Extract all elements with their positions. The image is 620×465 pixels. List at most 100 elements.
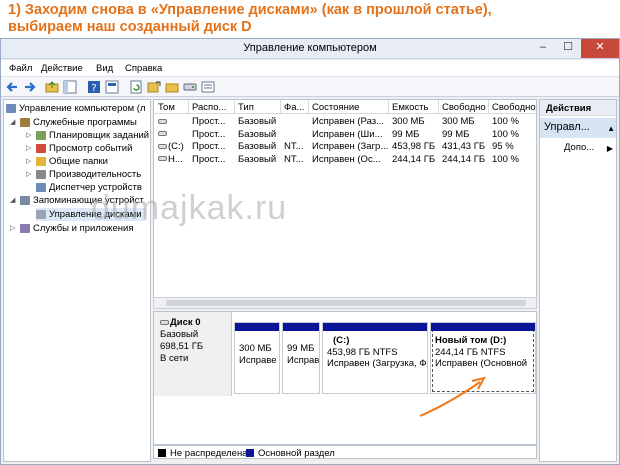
tree-utilities[interactable]: Служебные программы — [20, 116, 137, 129]
expand-arrow-icon[interactable]: ▷ — [26, 170, 31, 178]
volume-cell-text: Прост... — [192, 128, 226, 140]
expand-arrow-icon[interactable]: ▷ — [10, 224, 15, 232]
col-layout[interactable]: Распо... — [192, 102, 232, 113]
maximize-button[interactable]: ☐ — [556, 39, 580, 58]
export-list-icon[interactable] — [147, 80, 161, 94]
disk-icon[interactable] — [183, 80, 197, 94]
back-arrow-icon[interactable] — [5, 80, 19, 94]
col-type[interactable]: Тип — [238, 102, 278, 113]
up-folder-icon[interactable] — [45, 80, 59, 94]
computer-icon — [6, 103, 16, 113]
volume-cell-text: 453,98 ГБ — [392, 141, 436, 152]
close-button[interactable]: ✕ — [581, 39, 619, 58]
submenu-arrow-icon[interactable]: ▶ — [607, 144, 613, 153]
volume-cell[interactable]: Прост... — [192, 129, 234, 140]
col-volume[interactable]: Том — [158, 102, 188, 113]
menu-action[interactable]: Действие — [41, 63, 83, 74]
open-folder-icon[interactable] — [165, 80, 179, 94]
collapse-arrow-icon[interactable]: ◢ — [10, 196, 15, 204]
volume-cell[interactable]: 100 % — [492, 116, 536, 127]
volume-cell[interactable]: Базовый — [238, 141, 280, 152]
tree-events[interactable]: Просмотр событий — [36, 142, 132, 155]
primary-swatch — [246, 449, 254, 458]
refresh-icon[interactable] — [129, 80, 143, 94]
volume-cell-text: NT... — [284, 141, 304, 152]
volume-cell[interactable]: Исправен (Загр... — [312, 141, 388, 152]
volume-cell[interactable]: 244,14 ГБ — [392, 154, 438, 165]
volume-cell[interactable]: Базовый — [238, 129, 280, 140]
show-tree-icon[interactable] — [63, 80, 77, 94]
volume-cell[interactable]: NT... — [284, 141, 308, 152]
expand-arrow-icon[interactable]: ▷ — [26, 144, 31, 152]
volume-cell[interactable]: Н... — [158, 154, 188, 165]
col-free-space[interactable]: Свободно — [442, 102, 488, 113]
tools-icon — [20, 117, 30, 127]
volume-cell[interactable]: (C:) — [158, 141, 188, 152]
partition-efi[interactable]: 99 МБ Исправ — [282, 322, 320, 394]
col-filesystem[interactable]: Фа... — [284, 102, 308, 113]
volume-cell[interactable]: 300 МБ — [392, 116, 438, 127]
partition-c[interactable]: (C:) 453,98 ГБ NTFS Исправен (Загрузка, Ф. — [322, 322, 428, 394]
tree-shared[interactable]: Общие папки — [36, 155, 108, 168]
menu-file[interactable]: Файл — [9, 63, 32, 74]
toolbar: ? — [1, 77, 619, 97]
volume-cell[interactable]: Прост... — [192, 116, 234, 127]
volume-cell[interactable] — [158, 129, 188, 140]
volume-cell[interactable]: 99 МБ — [442, 129, 488, 140]
volume-cell[interactable] — [158, 116, 188, 127]
volume-cell-text: Прост... — [192, 141, 226, 152]
volume-cell[interactable]: Исправен (Ши... — [312, 129, 388, 140]
volume-cell-text: 95 % — [492, 141, 514, 152]
volume-disk-icon — [158, 118, 167, 124]
view-list-icon[interactable] — [201, 80, 215, 94]
forward-arrow-icon[interactable] — [23, 80, 37, 94]
volume-cell[interactable]: 453,98 ГБ — [392, 141, 438, 152]
col-capacity[interactable]: Емкость — [392, 102, 436, 113]
expand-arrow-icon[interactable]: ▷ — [26, 157, 31, 165]
collapse-arrow-icon[interactable]: ◢ — [10, 118, 15, 126]
volume-cell[interactable]: 100 % — [492, 154, 536, 165]
shared-folder-icon — [36, 156, 46, 166]
col-status[interactable]: Состояние — [312, 102, 386, 113]
volume-cell-text: 300 МБ — [442, 116, 475, 127]
event-viewer-icon — [36, 143, 46, 153]
scrollbar-thumb[interactable] — [166, 300, 526, 306]
volume-cell-text: Прост... — [192, 153, 226, 165]
volume-cell[interactable]: Базовый — [238, 154, 280, 165]
volume-cell[interactable]: Прост... — [192, 154, 234, 165]
volume-cell-text: NT... — [284, 153, 304, 165]
title-bar[interactable]: Управление компьютером – ☐ ✕ — [1, 39, 619, 59]
volume-cell-text: Исправен (Загр... — [312, 141, 388, 152]
volume-cell[interactable]: Исправен (Раз... — [312, 116, 388, 127]
volume-cell[interactable]: 99 МБ — [392, 129, 438, 140]
menu-view[interactable]: Вид — [96, 63, 113, 74]
collapse-triangle-icon[interactable]: ▲ — [607, 124, 615, 133]
volume-cell[interactable]: NT... — [284, 154, 308, 165]
volume-cell[interactable]: 95 % — [492, 141, 536, 152]
volume-cell[interactable]: Базовый — [238, 116, 280, 127]
actions-group-disk-management[interactable]: Управл... ▲ — [540, 118, 616, 138]
volume-cell[interactable]: 244,14 ГБ — [442, 154, 488, 165]
help-icon[interactable]: ? — [87, 80, 101, 94]
device-manager-icon — [36, 182, 46, 192]
tree-root[interactable]: Управление компьютером (л — [6, 102, 146, 115]
disk-0-label[interactable]: Диск 0 Базовый 698,51 ГБ В сети — [154, 312, 232, 396]
properties-icon[interactable] — [105, 80, 119, 94]
volume-cell[interactable]: 300 МБ — [442, 116, 488, 127]
expand-arrow-icon[interactable]: ▷ — [26, 131, 31, 139]
disk-size: 698,51 ГБ — [160, 341, 204, 352]
volume-cell[interactable]: 100 % — [492, 129, 536, 140]
tree-performance[interactable]: Производительность — [36, 168, 141, 181]
horizontal-scrollbar[interactable] — [153, 297, 537, 309]
col-free-percent[interactable]: Свободно — [492, 102, 536, 113]
tree-scheduler[interactable]: Планировщик заданий — [36, 129, 149, 142]
storage-icon — [20, 195, 30, 205]
volume-cell[interactable]: 431,43 ГБ — [442, 141, 488, 152]
volume-cell-text: Н... — [168, 153, 183, 165]
minimize-button[interactable]: – — [531, 39, 555, 58]
menu-help[interactable]: Справка — [125, 63, 162, 74]
partition-recovery[interactable]: 300 МБ Исправе — [234, 322, 280, 394]
volume-cell[interactable]: Исправен (Ос... — [312, 154, 388, 165]
actions-more[interactable]: Допо... — [564, 142, 594, 153]
volume-cell[interactable]: Прост... — [192, 141, 234, 152]
